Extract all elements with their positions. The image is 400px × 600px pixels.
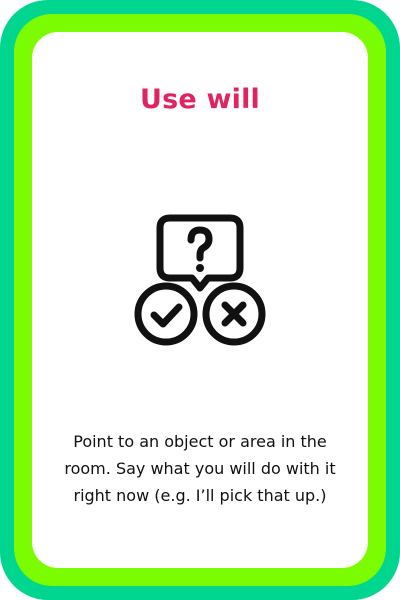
question-bubble-check-cross-icon	[134, 214, 266, 346]
check-circle-icon	[134, 282, 198, 346]
card-description: Point to an object or area in the room. …	[64, 432, 336, 505]
cross-circle-icon	[202, 282, 266, 346]
card-title: Use will	[139, 84, 260, 115]
question-mark-icon	[187, 226, 213, 262]
